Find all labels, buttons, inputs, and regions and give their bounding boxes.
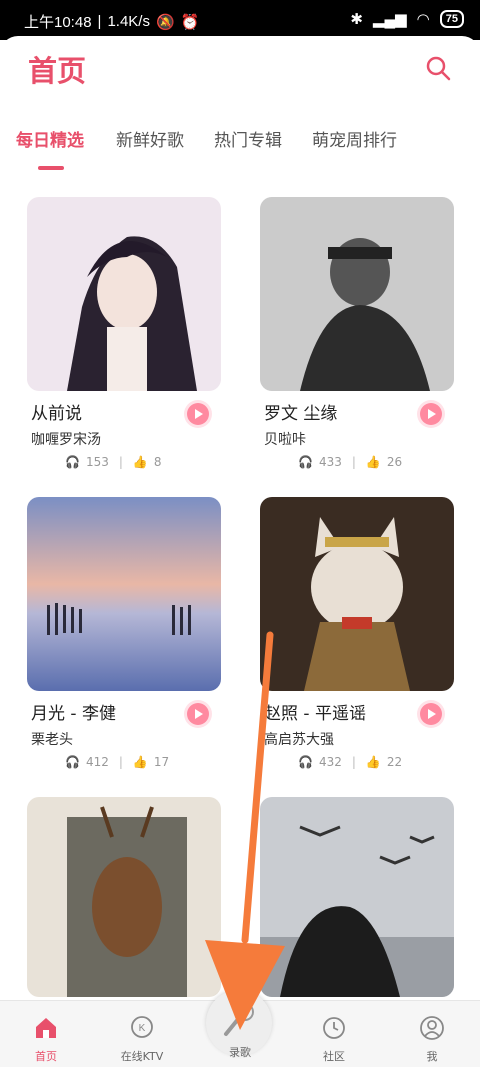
song-cover[interactable] bbox=[27, 197, 221, 391]
song-cover[interactable] bbox=[260, 497, 454, 691]
song-stats: 🎧 153 | 👍 8 bbox=[65, 455, 162, 469]
nav-community[interactable]: 社区 bbox=[298, 1015, 370, 1064]
play-count: 412 bbox=[85, 755, 109, 769]
headphones-icon: 🎧 bbox=[65, 455, 80, 469]
song-cover[interactable] bbox=[260, 797, 454, 997]
song-title: 月光 - 李健 bbox=[31, 704, 116, 724]
song-card[interactable]: 从前说 咖喱罗宋汤 🎧 153 | 👍 8 bbox=[27, 197, 221, 469]
like-count: 26 bbox=[386, 455, 403, 469]
tab-fresh-songs[interactable]: 新鲜好歌 bbox=[116, 126, 184, 151]
play-count: 432 bbox=[318, 755, 342, 769]
play-count: 433 bbox=[318, 455, 342, 469]
song-card[interactable]: 罗文 尘缘 贝啦咔 🎧 433 | 👍 26 bbox=[260, 197, 454, 469]
song-artist: 栗老头 bbox=[31, 732, 73, 748]
nav-me-label: 我 bbox=[426, 1050, 438, 1063]
play-count: 153 bbox=[85, 455, 109, 469]
svg-text:K: K bbox=[139, 1023, 146, 1034]
play-button[interactable] bbox=[420, 703, 442, 725]
record-label: 录歌 bbox=[229, 1046, 251, 1059]
song-artist: 咖喱罗宋汤 bbox=[31, 432, 101, 448]
nav-online-ktv[interactable]: K 在线KTV bbox=[106, 1015, 178, 1064]
song-stats: 🎧 432 | 👍 22 bbox=[298, 755, 403, 769]
song-card[interactable]: 赵照 - 平遥谣 高启苏大强 🎧 432 | 👍 22 bbox=[260, 497, 454, 769]
clock-icon bbox=[323, 1017, 345, 1039]
like-count: 17 bbox=[153, 755, 170, 769]
play-button[interactable] bbox=[187, 403, 209, 425]
tab-hot-albums[interactable]: 热门专辑 bbox=[214, 126, 282, 151]
thumbs-up-icon: 👍 bbox=[365, 455, 381, 469]
nav-home-label: 首页 bbox=[35, 1050, 57, 1063]
thumbs-up-icon: 👍 bbox=[132, 755, 148, 769]
signal-icon: ▂▄▆ bbox=[372, 11, 407, 28]
thumbs-up-icon: 👍 bbox=[365, 755, 381, 769]
app-screen: 首页 每日精选 新鲜好歌 热门专辑 萌宠周排行 从前说 咖喱罗宋汤 🎧 153 … bbox=[0, 36, 480, 1067]
song-card[interactable]: 月光 - 李健 栗老头 🎧 412 | 👍 17 bbox=[27, 497, 221, 769]
tab-daily-picks[interactable]: 每日精选 bbox=[16, 126, 84, 151]
song-artist: 高启苏大强 bbox=[264, 732, 334, 748]
home-icon bbox=[36, 1018, 56, 1038]
headphones-icon: 🎧 bbox=[65, 755, 80, 769]
page-title: 首页 bbox=[28, 54, 87, 88]
thumbs-up-icon: 👍 bbox=[132, 455, 148, 469]
tab-bar: 每日精选 新鲜好歌 热门专辑 萌宠周排行 bbox=[0, 126, 480, 172]
tab-pet-ranking[interactable]: 萌宠周排行 bbox=[312, 126, 397, 151]
song-card[interactable] bbox=[27, 797, 221, 997]
ktv-icon: K bbox=[131, 1016, 153, 1038]
song-cover[interactable] bbox=[260, 197, 454, 391]
user-icon bbox=[420, 1016, 444, 1040]
alarm-icon: ⏰ bbox=[180, 13, 200, 31]
headphones-icon: 🎧 bbox=[298, 455, 313, 469]
song-title: 赵照 - 平遥谣 bbox=[264, 704, 366, 724]
song-cover[interactable] bbox=[27, 797, 221, 997]
network-speed: 1.4K/s bbox=[107, 13, 150, 30]
nav-home[interactable]: 首页 bbox=[10, 1015, 82, 1064]
nav-community-label: 社区 bbox=[323, 1050, 345, 1063]
nav-online-ktv-label: 在线KTV bbox=[120, 1050, 164, 1063]
status-time: 上午10:48 bbox=[24, 14, 92, 31]
search-icon[interactable] bbox=[424, 54, 452, 82]
like-count: 22 bbox=[386, 755, 403, 769]
nav-me[interactable]: 我 bbox=[396, 1015, 468, 1064]
play-button[interactable] bbox=[187, 703, 209, 725]
song-card[interactable] bbox=[260, 797, 454, 997]
like-count: 8 bbox=[153, 455, 162, 469]
play-button[interactable] bbox=[420, 403, 442, 425]
song-stats: 🎧 412 | 👍 17 bbox=[65, 755, 170, 769]
song-cover[interactable] bbox=[27, 497, 221, 691]
bluetooth-icon: ✱ bbox=[350, 11, 363, 28]
wifi-icon: ◠ bbox=[416, 11, 430, 28]
mute-icon: 🔕 bbox=[155, 13, 175, 31]
song-title: 从前说 bbox=[31, 404, 82, 424]
battery-indicator: 75 bbox=[439, 10, 464, 28]
status-bar: 上午10:48 | 1.4K/s 🔕 ⏰ ✱ ▂▄▆ ◠ 75 bbox=[0, 0, 480, 40]
tab-indicator bbox=[38, 166, 64, 170]
song-stats: 🎧 433 | 👍 26 bbox=[298, 455, 403, 469]
headphones-icon: 🎧 bbox=[298, 755, 313, 769]
song-title: 罗文 尘缘 bbox=[264, 404, 338, 424]
song-artist: 贝啦咔 bbox=[264, 432, 306, 448]
